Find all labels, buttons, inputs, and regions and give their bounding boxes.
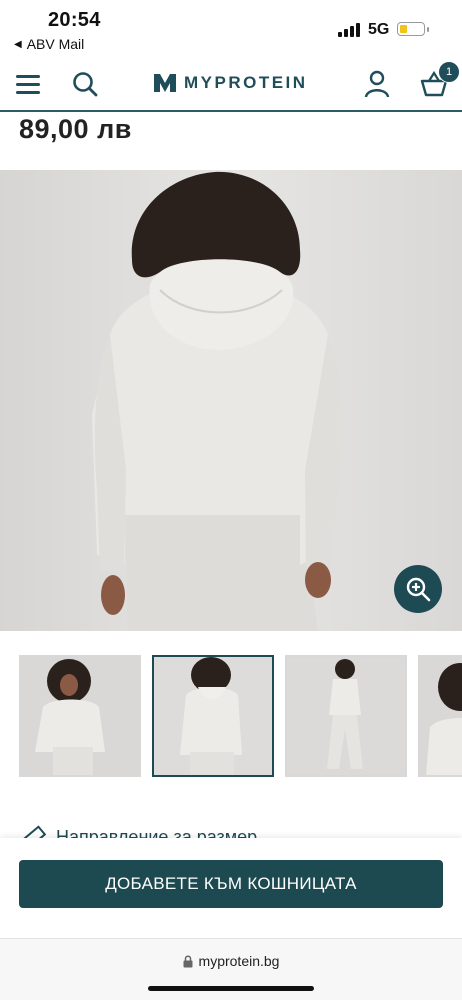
network-label: 5G (368, 21, 390, 38)
search-icon[interactable] (72, 71, 98, 97)
basket-count-badge: 1 (438, 61, 460, 83)
thumbnail-front[interactable] (19, 655, 141, 777)
home-indicator (148, 986, 314, 991)
thumbnail-back-image (154, 657, 272, 775)
zoom-button[interactable] (394, 565, 442, 613)
browser-url-bar[interactable]: myprotein.bg (0, 938, 462, 1000)
thumbnail-full-length[interactable] (285, 655, 407, 777)
thumbnail-side-image (420, 657, 462, 775)
battery-icon (397, 22, 429, 36)
product-main-image[interactable] (0, 170, 462, 631)
thumbnail-front-image (21, 657, 139, 775)
thumbnail-full-length-image (287, 657, 405, 775)
sticky-add-to-cart-bar: ДОБАВЕТЕ КЪМ КОШНИЦАТА (0, 838, 462, 938)
back-arrow-icon: ◀ (14, 38, 22, 50)
myprotein-logo[interactable]: MYPROTEIN (154, 73, 308, 93)
hoodie-back-image (0, 170, 462, 631)
account-icon[interactable] (364, 70, 390, 98)
url-display[interactable]: myprotein.bg (0, 953, 462, 969)
lock-icon (183, 955, 193, 967)
thumbnail-back[interactable] (152, 655, 274, 777)
back-app-label: ABV Mail (26, 36, 85, 52)
thumbnail-side[interactable] (418, 655, 462, 777)
add-to-basket-button[interactable]: ДОБАВЕТЕ КЪМ КОШНИЦАТА (19, 860, 443, 908)
zoom-in-icon (406, 577, 431, 602)
url-text: myprotein.bg (198, 953, 280, 969)
thumbnail-strip[interactable] (0, 655, 462, 779)
site-header: MYPROTEIN 1 (0, 58, 462, 112)
back-to-app-link[interactable]: ◀ ABV Mail (14, 36, 84, 52)
signal-icon (338, 23, 360, 37)
logo-mark-icon (154, 74, 176, 92)
menu-icon[interactable] (16, 75, 40, 94)
status-time: 20:54 (48, 9, 101, 31)
status-bar: 20:54 ◀ ABV Mail 5G (0, 0, 462, 58)
product-price: 89,00 лв (19, 114, 132, 144)
logo-text: MYPROTEIN (184, 73, 308, 92)
